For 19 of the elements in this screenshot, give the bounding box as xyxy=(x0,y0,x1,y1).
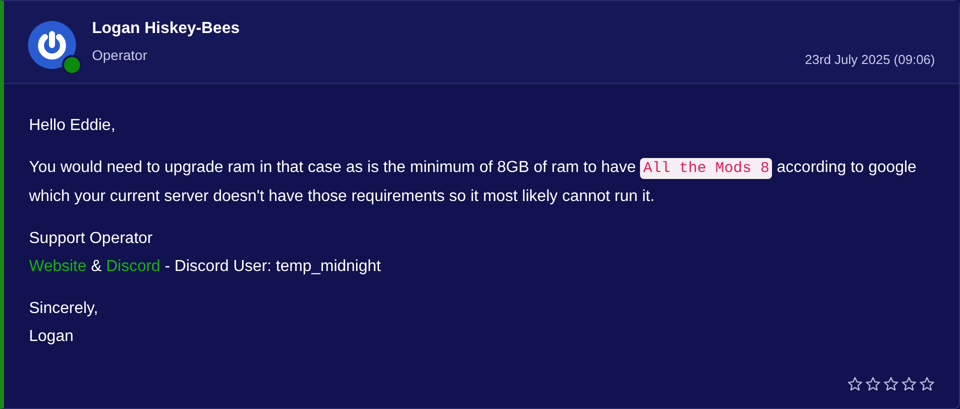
author-role: Operator xyxy=(92,46,148,65)
signature-link[interactable]: Website xyxy=(29,258,87,275)
star-icon[interactable] xyxy=(847,376,863,392)
separator-text: & xyxy=(90,258,102,275)
message-date: 23rd July 2025 (09:06) xyxy=(804,50,935,69)
star-icon[interactable] xyxy=(883,376,899,392)
discord-user-text: - Discord User: temp_midnight xyxy=(164,258,381,275)
star-icon[interactable] xyxy=(865,376,881,392)
author-name: Logan Hiskey-Bees xyxy=(92,19,241,39)
star-icon[interactable] xyxy=(919,376,935,392)
avatar-icon xyxy=(28,21,76,69)
star-icon[interactable] xyxy=(901,376,917,392)
signature-link[interactable]: Discord xyxy=(106,258,160,275)
inline-code: All the Mods 8 xyxy=(640,158,772,179)
greeting-text: Hello Eddie, xyxy=(29,116,116,136)
closing-text: Logan xyxy=(29,328,74,345)
signature-title: Support Operator xyxy=(29,229,153,249)
closing-text: Sincerely, xyxy=(29,300,98,317)
message-paragraph: You would need to upgrade ram in that case as is the minimum of 8GB of ram to have All the Mods 8 according to google which your current server doesn't have those requirements so it most likely cannot run it. xyxy=(29,157,918,207)
